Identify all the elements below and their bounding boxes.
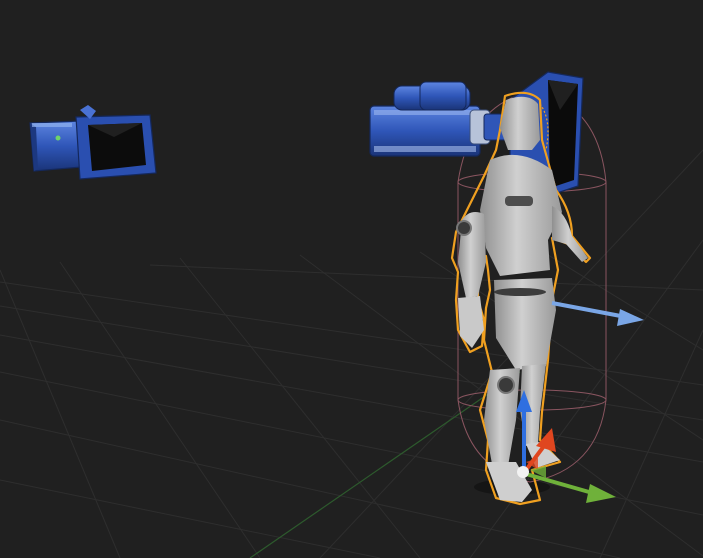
level-viewport[interactable]: [0, 0, 703, 558]
viewport-scene: [0, 71, 703, 558]
forward-arrow-icon[interactable]: [551, 301, 644, 326]
gizmo-center-handle[interactable]: [517, 466, 529, 478]
camera-actor[interactable]: [29, 105, 157, 180]
grid-axis-green: [249, 371, 521, 558]
